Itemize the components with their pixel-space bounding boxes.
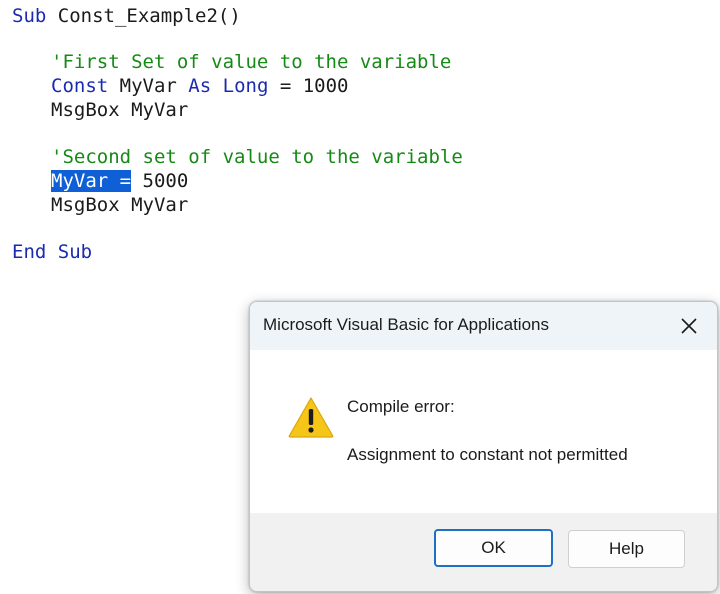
close-icon — [681, 318, 697, 334]
keyword-sub-end: Sub — [57, 241, 93, 263]
dialog-title: Microsoft Visual Basic for Applications — [263, 315, 549, 334]
assignment-value: 5000 — [131, 170, 189, 192]
selected-text[interactable]: MyVar = — [51, 170, 132, 192]
help-button[interactable]: Help — [568, 530, 685, 568]
ok-button[interactable]: OK — [434, 529, 553, 567]
keyword-long: Long — [222, 75, 269, 97]
const-name: MyVar — [108, 75, 189, 97]
keyword-end: End — [12, 241, 47, 263]
error-heading: Compile error: — [347, 397, 455, 416]
close-button[interactable] — [672, 310, 706, 342]
code-comment-first[interactable]: 'First Set of value to the variable — [51, 50, 451, 74]
const-value: = 1000 — [268, 75, 349, 97]
code-line-msgbox-2[interactable]: MsgBox MyVar — [51, 193, 188, 217]
code-line-end-sub[interactable]: End Sub — [12, 240, 92, 264]
code-comment-second[interactable]: 'Second set of value to the variable — [51, 145, 463, 169]
screen: Sub Const_Example2() 'First Set of value… — [0, 0, 720, 594]
procedure-name: Const_Example2() — [46, 5, 241, 27]
keyword-as: As — [188, 75, 212, 97]
compile-error-dialog: Microsoft Visual Basic for Applications … — [249, 301, 718, 592]
warning-icon — [288, 397, 334, 438]
code-line-sub[interactable]: Sub Const_Example2() — [12, 4, 241, 28]
dialog-footer: OK Help — [250, 513, 717, 591]
keyword-sub: Sub — [12, 5, 47, 27]
code-editor[interactable]: Sub Const_Example2() 'First Set of value… — [0, 0, 720, 300]
dialog-content: Compile error: Assignment to constant no… — [250, 350, 717, 513]
code-line-msgbox-1[interactable]: MsgBox MyVar — [51, 98, 188, 122]
error-message: Assignment to constant not permitted — [347, 445, 628, 464]
code-line-assignment[interactable]: MyVar = 5000 — [51, 169, 188, 193]
keyword-const: Const — [51, 75, 109, 97]
dialog-titlebar[interactable]: Microsoft Visual Basic for Applications — [250, 302, 717, 350]
code-line-const[interactable]: Const MyVar As Long = 1000 — [51, 74, 348, 98]
